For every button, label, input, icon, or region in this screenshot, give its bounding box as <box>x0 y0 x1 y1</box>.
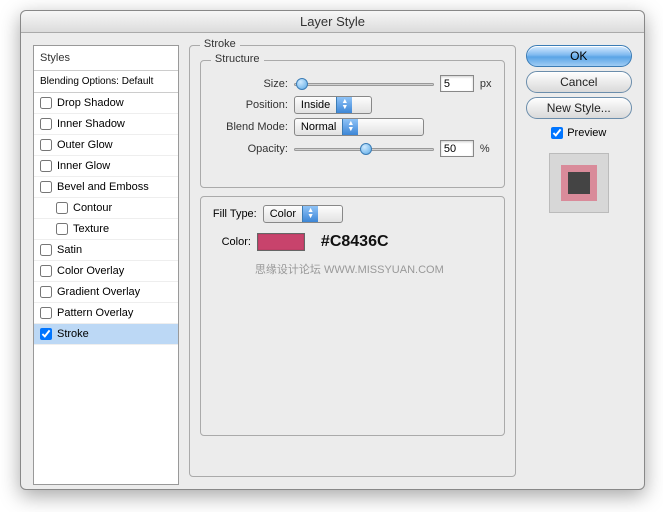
chevron-updown-icon: ▲▼ <box>336 97 352 113</box>
effect-row-pattern-overlay[interactable]: Pattern Overlay <box>34 303 178 324</box>
effect-checkbox[interactable] <box>56 223 68 235</box>
dialog-content: Styles Blending Options: Default Drop Sh… <box>21 33 644 497</box>
size-label: Size: <box>213 78 288 90</box>
effect-label: Color Overlay <box>57 265 124 277</box>
preview-toggle[interactable]: Preview <box>551 127 606 139</box>
effect-checkbox[interactable] <box>40 118 52 130</box>
effect-label: Texture <box>73 223 109 235</box>
effect-label: Satin <box>57 244 82 256</box>
effect-row-texture[interactable]: Texture <box>34 219 178 240</box>
effect-checkbox[interactable] <box>40 160 52 172</box>
effect-label: Bevel and Emboss <box>57 181 149 193</box>
effect-label: Gradient Overlay <box>57 286 140 298</box>
color-swatch[interactable] <box>257 233 305 251</box>
effect-row-color-overlay[interactable]: Color Overlay <box>34 261 178 282</box>
structure-legend: Structure <box>211 53 264 65</box>
filltype-row: Fill Type: Color ▲▼ <box>213 205 492 223</box>
filltype-label: Fill Type: <box>213 208 257 220</box>
position-select[interactable]: Inside ▲▼ <box>294 96 372 114</box>
preview-swatch <box>549 153 609 213</box>
chevron-updown-icon: ▲▼ <box>302 206 318 222</box>
opacity-label: Opacity: <box>213 143 288 155</box>
filltype-select[interactable]: Color ▲▼ <box>263 205 343 223</box>
effect-label: Inner Glow <box>57 160 110 172</box>
effect-label: Outer Glow <box>57 139 113 151</box>
dialog-title: Layer Style <box>21 11 644 33</box>
cancel-button[interactable]: Cancel <box>526 71 632 93</box>
blendmode-select[interactable]: Normal ▲▼ <box>294 118 424 136</box>
position-row: Position: Inside ▲▼ <box>213 96 492 114</box>
effect-row-gradient-overlay[interactable]: Gradient Overlay <box>34 282 178 303</box>
effect-checkbox[interactable] <box>40 97 52 109</box>
color-row: Color: #C8436C <box>213 233 492 251</box>
opacity-input[interactable] <box>440 140 474 157</box>
new-style-button[interactable]: New Style... <box>526 97 632 119</box>
size-slider[interactable] <box>294 77 434 91</box>
stroke-group: Stroke Structure Size: px Position: <box>189 45 516 477</box>
effect-row-bevel-and-emboss[interactable]: Bevel and Emboss <box>34 177 178 198</box>
preview-label: Preview <box>567 127 606 139</box>
effect-checkbox[interactable] <box>40 307 52 319</box>
effect-label: Stroke <box>57 328 89 340</box>
fill-group: Fill Type: Color ▲▼ Color: #C8436C 思缘设计论… <box>200 196 505 436</box>
blendmode-row: Blend Mode: Normal ▲▼ <box>213 118 492 136</box>
styles-list: Styles Blending Options: Default Drop Sh… <box>33 45 179 485</box>
ok-button[interactable]: OK <box>526 45 632 67</box>
styles-header[interactable]: Styles <box>34 46 178 71</box>
size-input[interactable] <box>440 75 474 92</box>
color-label: Color: <box>213 236 251 248</box>
effect-checkbox[interactable] <box>40 244 52 256</box>
effect-checkbox[interactable] <box>40 139 52 151</box>
opacity-row: Opacity: % <box>213 140 492 157</box>
effect-label: Contour <box>73 202 112 214</box>
blendmode-label: Blend Mode: <box>213 121 288 133</box>
effect-checkbox[interactable] <box>40 286 52 298</box>
effect-row-satin[interactable]: Satin <box>34 240 178 261</box>
blending-options-row[interactable]: Blending Options: Default <box>34 71 178 93</box>
structure-group: Structure Size: px Position: Insi <box>200 60 505 188</box>
effect-label: Drop Shadow <box>57 97 124 109</box>
size-unit: px <box>480 78 492 90</box>
effect-row-contour[interactable]: Contour <box>34 198 178 219</box>
effect-row-stroke[interactable]: Stroke <box>34 324 178 345</box>
layer-style-dialog: Layer Style Styles Blending Options: Def… <box>20 10 645 490</box>
opacity-slider[interactable] <box>294 142 434 156</box>
stroke-group-legend: Stroke <box>200 38 240 50</box>
position-label: Position: <box>213 99 288 111</box>
effect-row-inner-shadow[interactable]: Inner Shadow <box>34 114 178 135</box>
preview-checkbox[interactable] <box>551 127 563 139</box>
color-hex: #C8436C <box>321 233 389 251</box>
size-row: Size: px <box>213 75 492 92</box>
effect-checkbox[interactable] <box>40 181 52 193</box>
effect-label: Pattern Overlay <box>57 307 133 319</box>
effect-row-drop-shadow[interactable]: Drop Shadow <box>34 93 178 114</box>
settings-panel: Stroke Structure Size: px Position: <box>189 45 516 485</box>
chevron-updown-icon: ▲▼ <box>342 119 358 135</box>
effect-checkbox[interactable] <box>40 265 52 277</box>
effect-row-outer-glow[interactable]: Outer Glow <box>34 135 178 156</box>
effect-row-inner-glow[interactable]: Inner Glow <box>34 156 178 177</box>
effect-checkbox[interactable] <box>40 328 52 340</box>
opacity-unit: % <box>480 143 490 155</box>
effect-label: Inner Shadow <box>57 118 125 130</box>
effect-checkbox[interactable] <box>56 202 68 214</box>
watermark-text: 思缘设计论坛 WWW.MISSYUAN.COM <box>213 261 492 277</box>
button-column: OK Cancel New Style... Preview <box>526 45 632 485</box>
